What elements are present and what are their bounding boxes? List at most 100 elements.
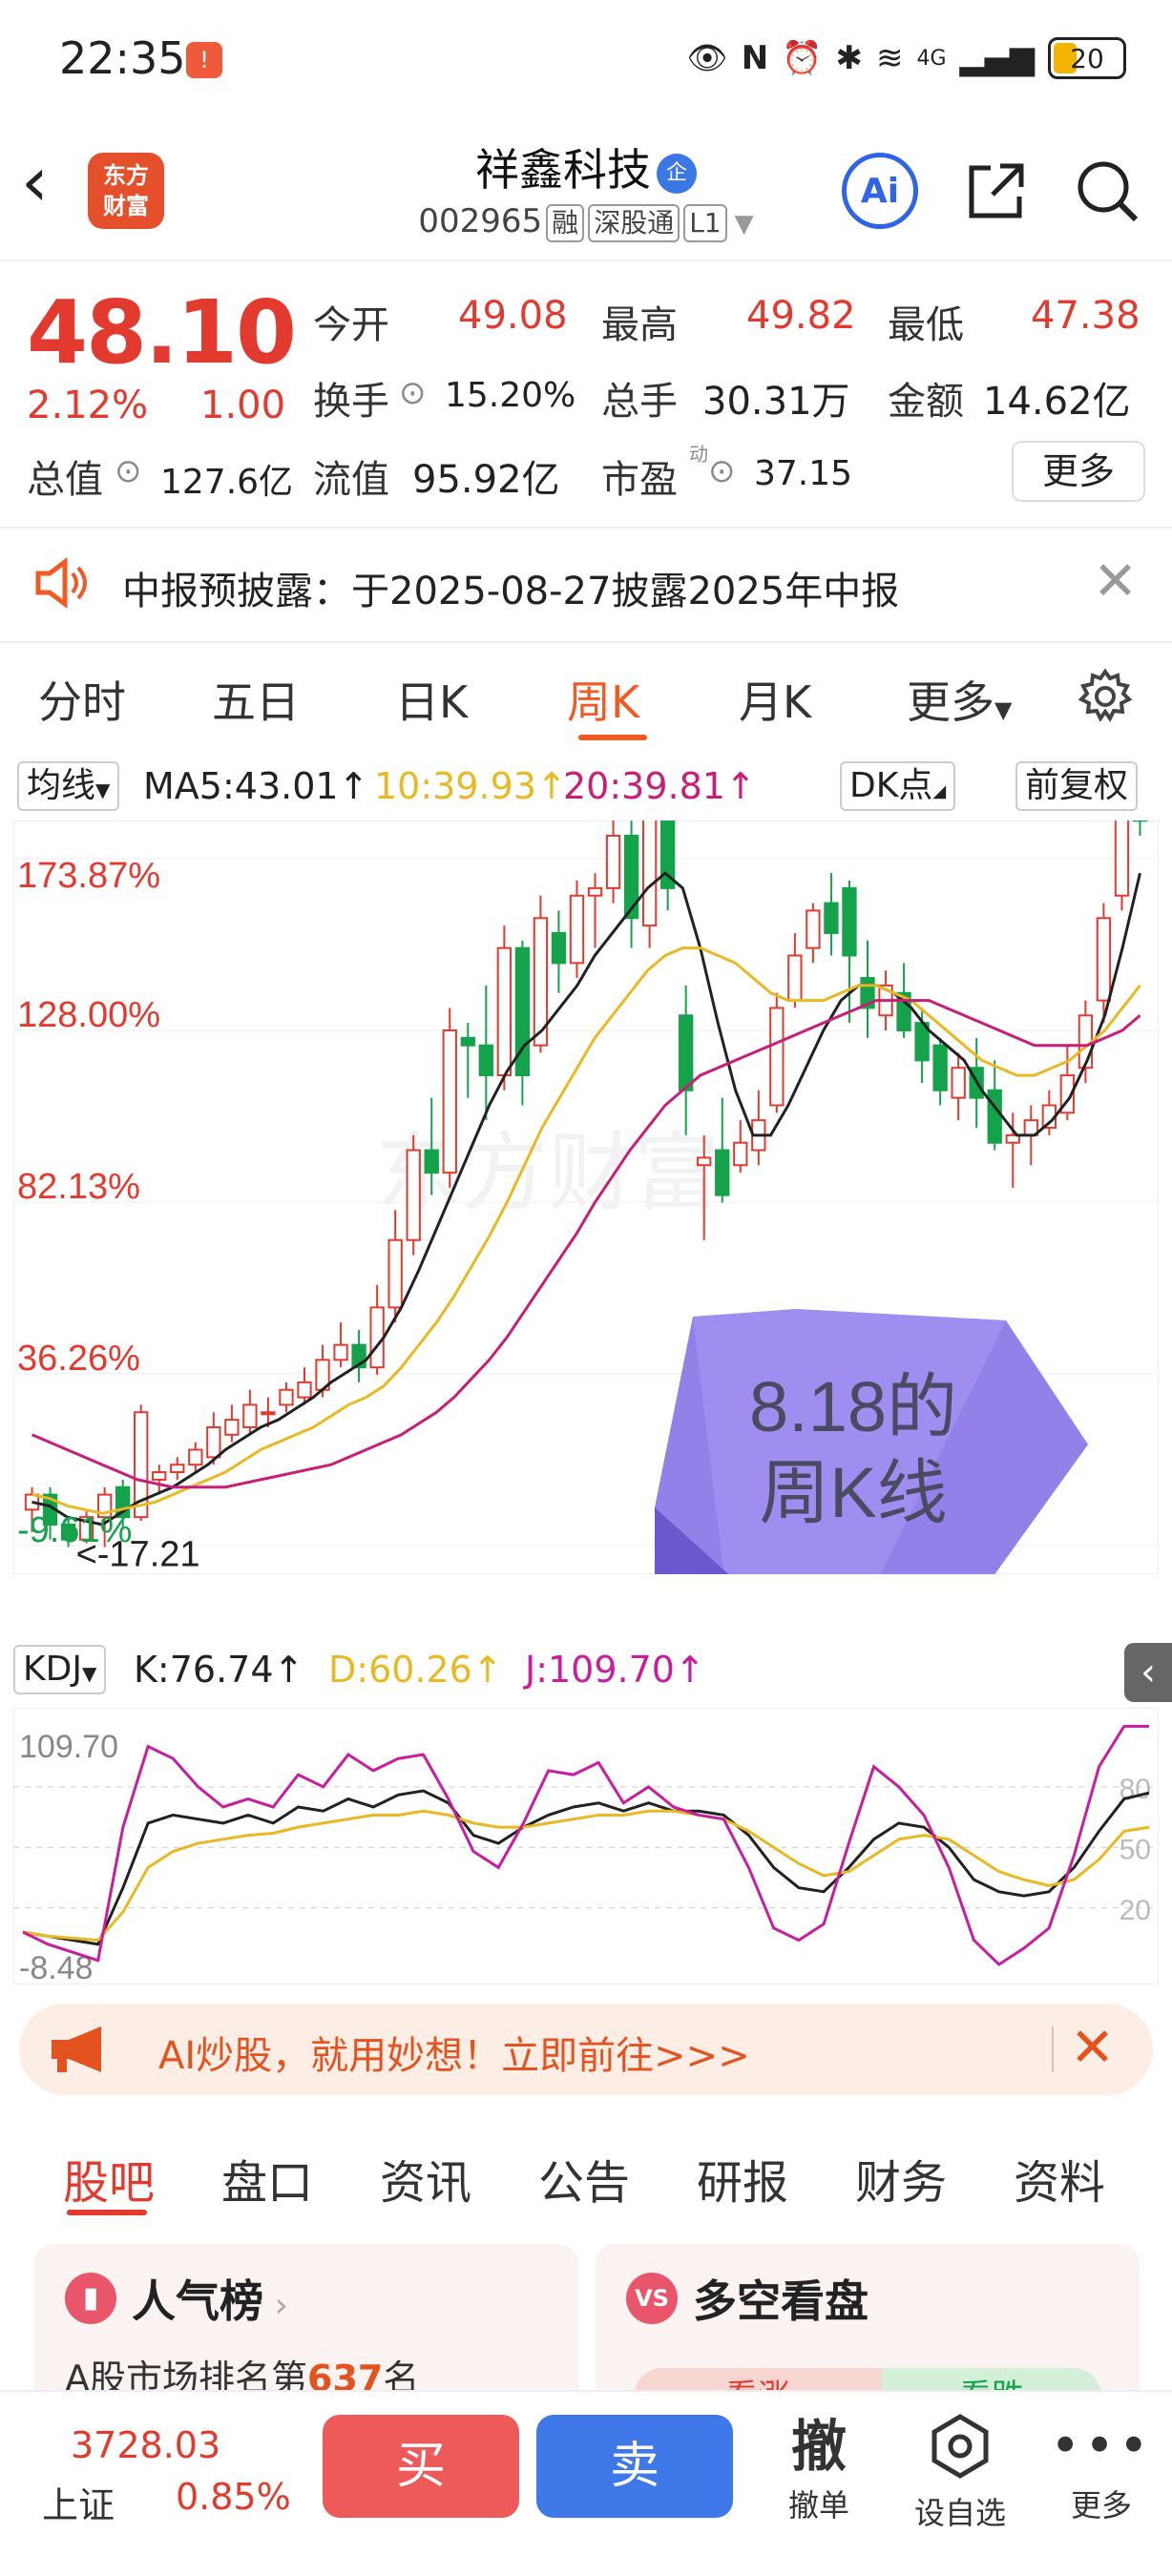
float-label: 流值 [313,458,389,502]
candle-body [587,886,603,897]
candle-body [188,1448,203,1466]
tab-announcements[interactable]: 公告 [538,2145,630,2212]
candle-body [951,1067,966,1099]
tab-research[interactable]: 研报 [697,2145,788,2212]
more-button[interactable]: ••• 更多 [1044,2411,1159,2525]
signal-icon: 4G [916,46,947,71]
adjust-select[interactable]: 前复权 [1015,761,1139,811]
candle-body [496,946,513,1077]
tab-more[interactable]: 更多▼ [907,668,1012,731]
change-amount: 1.00 [200,384,286,427]
pe-info-icon[interactable]: ⊙ [708,452,736,490]
dk-label: DK点 [849,766,933,805]
sell-button[interactable]: 卖 [536,2415,733,2518]
tab-daily-k[interactable]: 日K [395,668,468,731]
index-change[interactable]: 0.85% [176,2476,291,2518]
dk-point-select[interactable]: DK点◢ [840,761,956,811]
indicator-select[interactable]: KDJ▼ [13,1645,107,1694]
y-axis-label: 128.00% [17,995,160,1035]
amount-value: 14.62亿 [983,380,1131,424]
notice-text: 中报预披露：于2025-08-27披露2025年中报 [122,570,900,613]
tab-monthly-k[interactable]: 月K [739,668,811,731]
candle-body [152,1471,167,1481]
buy-button[interactable]: 买 [323,2415,519,2518]
notification-icon: ! [186,42,222,78]
tab-finance[interactable]: 财务 [855,2145,947,2212]
signal-bars-icon: ▂▄▆ [959,39,1035,77]
cancel-order-button[interactable]: 撤 撤单 [762,2411,876,2525]
volume-label: 总手 [601,380,678,424]
close-notice-icon[interactable]: ✕ [1093,551,1138,613]
candle-body [733,1141,748,1167]
close-promo-icon[interactable]: ✕ [1070,2017,1115,2079]
kdj-toolbar: KDJ▼ K:76.74↑ D:60.26↑ J:109.70↑ ‹ [0,1643,1172,1702]
kdj-max-label: 109.70 [19,1729,118,1765]
tab-five-day[interactable]: 五日 [212,668,300,731]
k-label: K:76.74↑ [134,1649,304,1691]
candle-body [824,902,839,934]
open-value: 49.08 [458,294,568,338]
ai-promo-banner[interactable]: AI炒股，就用妙想！立即前往>>> ✕ [19,2004,1153,2095]
low-annotation: <-17.21 [76,1535,200,1574]
kdj-chart[interactable]: 805020109.70-8.48 [13,1708,1159,1984]
tab-intraday[interactable]: 分时 [38,668,126,731]
candle-body [478,1044,493,1077]
tab-more-label: 更多 [907,676,994,728]
period-tabs: 分时 五日 日K 周K 月K 更多▼ [0,649,1172,754]
candle-body [387,1238,403,1309]
candle-body [1114,821,1130,897]
index-value[interactable]: 3728.03 [71,2424,220,2466]
settings-gear-icon[interactable] [1075,666,1136,731]
pe-label: 市盈 [601,458,678,502]
quote-panel: 48.10 2.12% 1.00 今开 49.08 最高 49.82 最低 47… [0,267,1172,525]
candle-body [715,1149,730,1196]
collapse-arrow-icon[interactable]: ‹ [1124,1643,1172,1702]
more-triangle-icon: ▼ [994,696,1013,723]
candle-body [551,931,567,965]
ma5-label: MA5:43.01↑ [143,765,369,807]
overlay-text-line2: 周K线 [759,1453,947,1532]
dk-arrow-icon: ◢ [932,781,947,801]
tab-weekly-k[interactable]: 周K [567,668,639,731]
overlay-text-line1: 8.18的 [749,1367,957,1446]
share-icon[interactable] [958,153,1035,229]
watchlist-icon [931,2414,989,2479]
tab-pankou[interactable]: 盘口 [221,2145,313,2212]
battery-level: 20 [1070,42,1104,74]
weekly-k-chart[interactable]: 东方财富 173.87%128.00%82.13%36.26%-9.61%202… [13,821,1159,1574]
tab-profile[interactable]: 资料 [1014,2145,1105,2212]
mktcap-info-icon[interactable]: ⊙ [115,452,142,490]
search-icon[interactable] [1069,153,1145,229]
candle-body [224,1419,240,1436]
ma-select[interactable]: 均线▼ [17,761,120,811]
popularity-title: 人气榜 › [132,2267,288,2330]
index-name[interactable]: 上证 [42,2476,115,2528]
ma-select-label: 均线 [27,766,96,805]
candle-body [406,1149,421,1241]
candle-body [261,1411,276,1416]
candle-body [242,1403,258,1428]
indicator-arrow-icon: ▼ [81,1662,97,1685]
chart-toolbar: 均线▼ MA5:43.01↑ 10:39.93↑ 20:39.81↑ DK点◢ … [0,759,1172,813]
more-quote-button[interactable]: 更多 [1012,441,1145,502]
stock-header: ‹ 东方 财富 祥鑫科技企 002965 融深股通 L1 ▼ Ai [0,114,1172,258]
tab-guba[interactable]: 股吧 [63,2145,155,2212]
ma20-label: 20:39.81↑ [563,765,756,807]
more-dots-icon: ••• [1050,2416,1153,2476]
status-bar: 22:35 ! 👁 N ⏰ ✱ ≋ 4G ▂▄▆ 20 [0,0,1172,114]
open-label: 今开 [313,303,389,347]
add-watchlist-button[interactable]: 设自选 [903,2411,1017,2533]
tab-news[interactable]: 资讯 [380,2145,471,2212]
nfc-icon: N [741,39,769,77]
tag-connect: 深股通 [588,204,680,242]
dropdown-triangle-icon: ▼ [734,210,754,239]
candle-body [697,1156,712,1167]
info-icon[interactable]: ⊙ [399,374,427,412]
watchlist-label: 设自选 [913,2495,1006,2531]
bluetooth-icon: ✱ [835,39,864,77]
report-notice[interactable]: 中报预披露：于2025-08-27披露2025年中报 ✕ [0,530,1172,639]
bull-bear-title: 多空看盘 [693,2275,869,2327]
more-label: 更多 [1070,2487,1132,2524]
candle-body [787,954,803,1002]
ai-assistant-button[interactable]: Ai [842,153,918,229]
